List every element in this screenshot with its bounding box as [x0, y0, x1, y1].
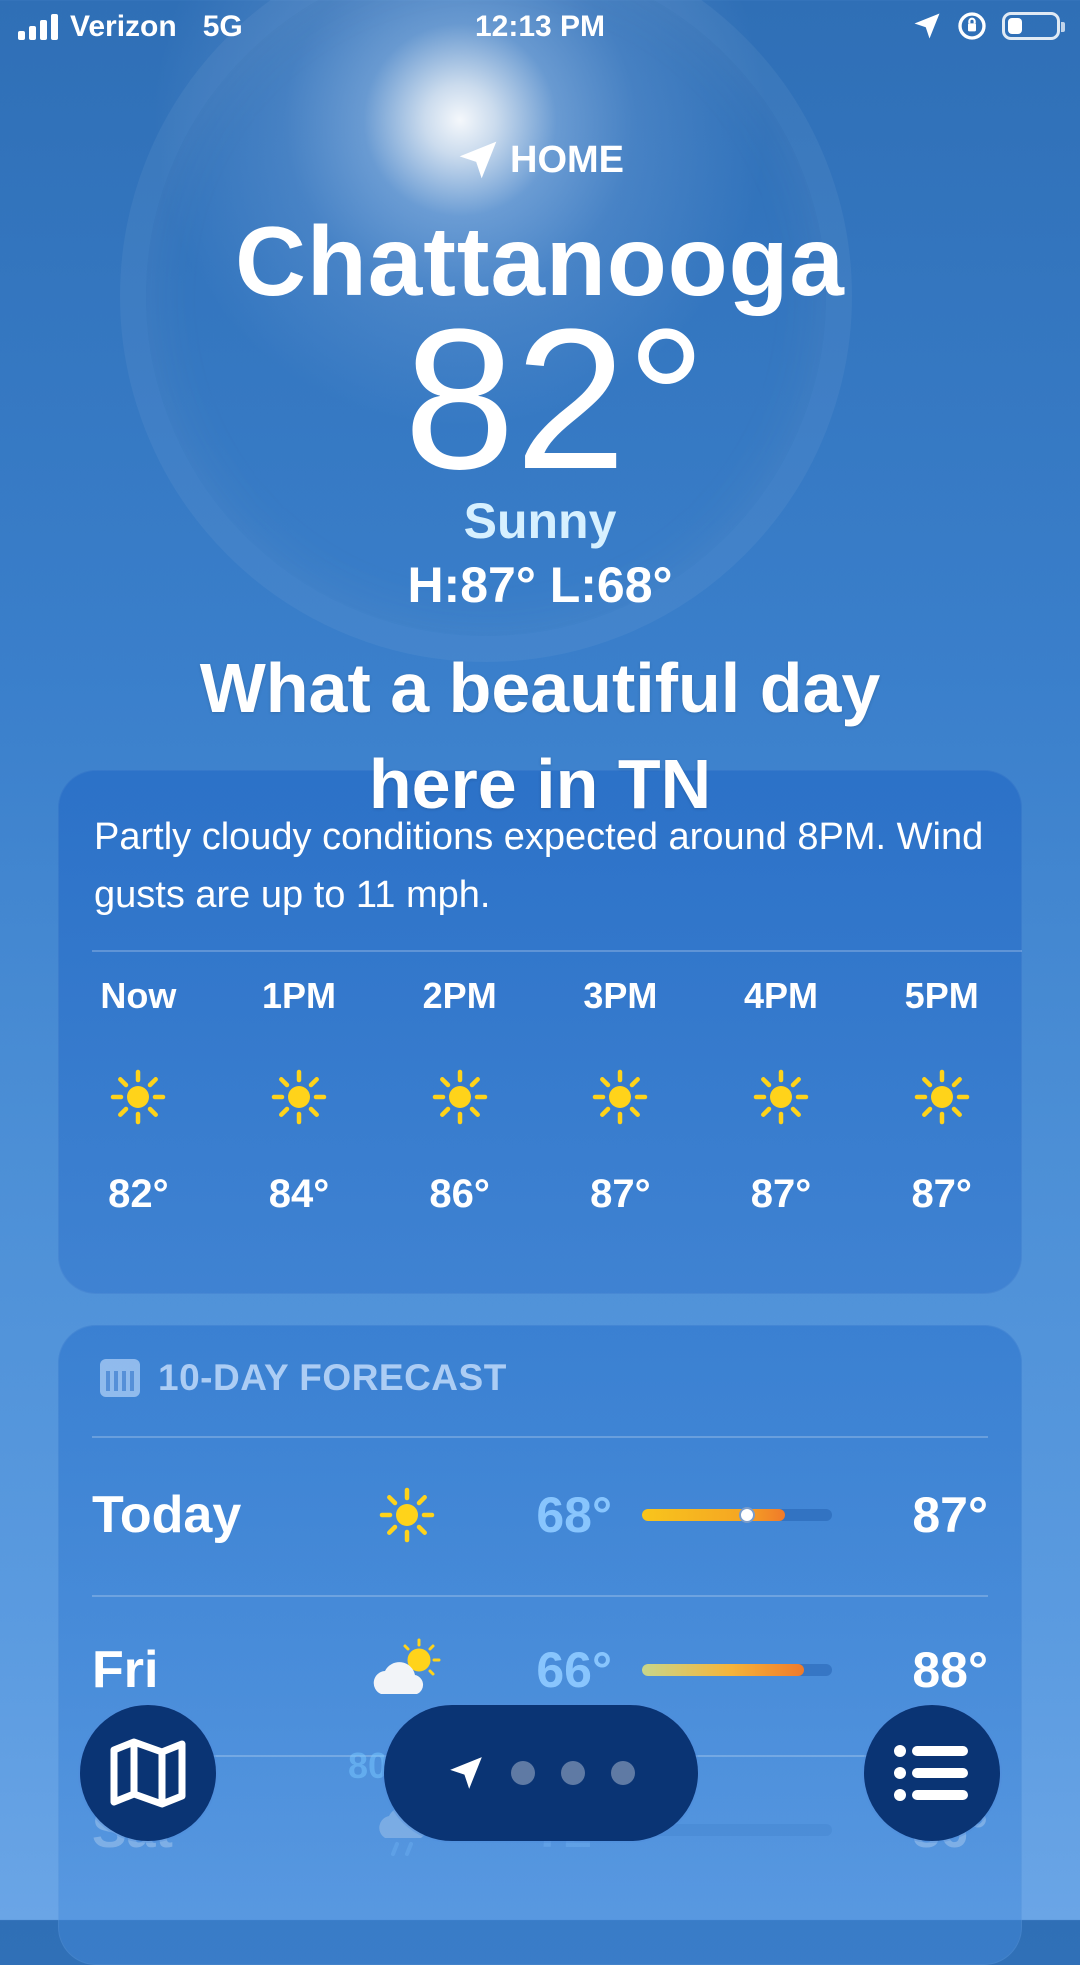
hourly-forecast-card[interactable]: Partly cloudy conditions expected around…: [58, 770, 1022, 1294]
hour-item: 1PM 84°: [219, 970, 380, 1217]
status-bar: Verizon 5G 12:13 PM: [0, 0, 1080, 60]
list-icon: [894, 1745, 968, 1801]
home-label: HOME: [510, 138, 624, 181]
hour-temp: 82°: [108, 1172, 169, 1216]
temp-range-fill: [642, 1664, 804, 1676]
hour-temp: 86°: [429, 1172, 490, 1216]
day-low: 68°: [536, 1487, 612, 1543]
day-name: Today: [92, 1486, 242, 1544]
divider: [92, 1436, 988, 1438]
map-button[interactable]: [80, 1705, 216, 1841]
caption-line: What a beautiful day: [199, 649, 881, 727]
hour-temp: 87°: [750, 1172, 812, 1216]
hour-time: 1PM: [261, 975, 337, 1016]
partly-cloudy-icon: [373, 1638, 441, 1694]
high-low: H:87° L:68°: [407, 557, 673, 613]
day-row[interactable]: Today 68° 87°: [92, 1455, 988, 1575]
location-label: HOME: [0, 138, 1080, 182]
hour-item: 4PM 87°: [701, 970, 862, 1217]
map-icon: [110, 1738, 186, 1808]
hour-item: 5PM 87°: [861, 970, 1022, 1217]
ten-day-header: 10-DAY FORECAST: [100, 1357, 507, 1399]
day-name: Fri: [92, 1641, 159, 1699]
sun-icon: [593, 1069, 648, 1125]
sun-icon: [271, 1069, 327, 1125]
current-temperature: 82°: [403, 288, 707, 511]
hour-time: 2PM: [422, 975, 497, 1016]
location-arrow-icon: [459, 141, 497, 179]
hour-temp: 87°: [911, 1172, 972, 1216]
page-dot[interactable]: [511, 1761, 535, 1785]
status-right: [912, 10, 1065, 42]
city-list-button[interactable]: [864, 1705, 1000, 1841]
sun-icon: [111, 1069, 166, 1125]
temp-range-bar: [642, 1664, 832, 1676]
hour-item: 3PM 87°: [540, 970, 701, 1217]
hourly-list[interactable]: Now 82° 1PM 84° 2PM 86° 3PM 87° 4PM 87° …: [58, 970, 1022, 1217]
page-dot[interactable]: [561, 1761, 585, 1785]
sun-icon: [753, 1069, 809, 1125]
hour-item: Now 82°: [58, 970, 219, 1217]
current-temp-marker: [738, 1507, 755, 1523]
hour-time: 3PM: [583, 975, 658, 1016]
battery-icon: [1002, 12, 1065, 40]
current-condition: Sunny: [463, 493, 617, 549]
day-high: 87°: [912, 1487, 988, 1543]
page-dot[interactable]: [611, 1761, 635, 1785]
temp-range-fill: [642, 1509, 785, 1521]
story-caption: What a beautiful day here in TN: [0, 640, 1080, 832]
calendar-icon: [100, 1359, 140, 1397]
caption-line: here in TN: [368, 745, 712, 823]
hour-temp: 84°: [268, 1172, 330, 1216]
hour-time: 5PM: [904, 975, 979, 1016]
ten-day-forecast-card[interactable]: 10-DAY FORECAST Today 68° 87° Fri 66° 88…: [58, 1325, 1022, 1965]
day-high: 88°: [912, 1642, 988, 1698]
ten-day-title: 10-DAY FORECAST: [158, 1357, 507, 1398]
sun-icon: [914, 1069, 969, 1125]
location-arrow-icon: [914, 13, 940, 39]
sun-icon: [432, 1069, 487, 1125]
temp-range-bar: [642, 1507, 832, 1523]
page-indicator[interactable]: [384, 1705, 698, 1841]
location-arrow-icon[interactable]: [447, 1754, 485, 1792]
divider: [92, 950, 1022, 952]
hour-item: 2PM 86°: [379, 970, 540, 1217]
sun-icon: [379, 1487, 435, 1543]
hour-time: Now: [100, 975, 177, 1016]
hour-time: 4PM: [744, 975, 819, 1016]
rotation-lock-icon: [958, 12, 986, 40]
day-low: 66°: [536, 1642, 612, 1698]
divider: [92, 1595, 988, 1597]
hour-temp: 87°: [590, 1172, 651, 1216]
